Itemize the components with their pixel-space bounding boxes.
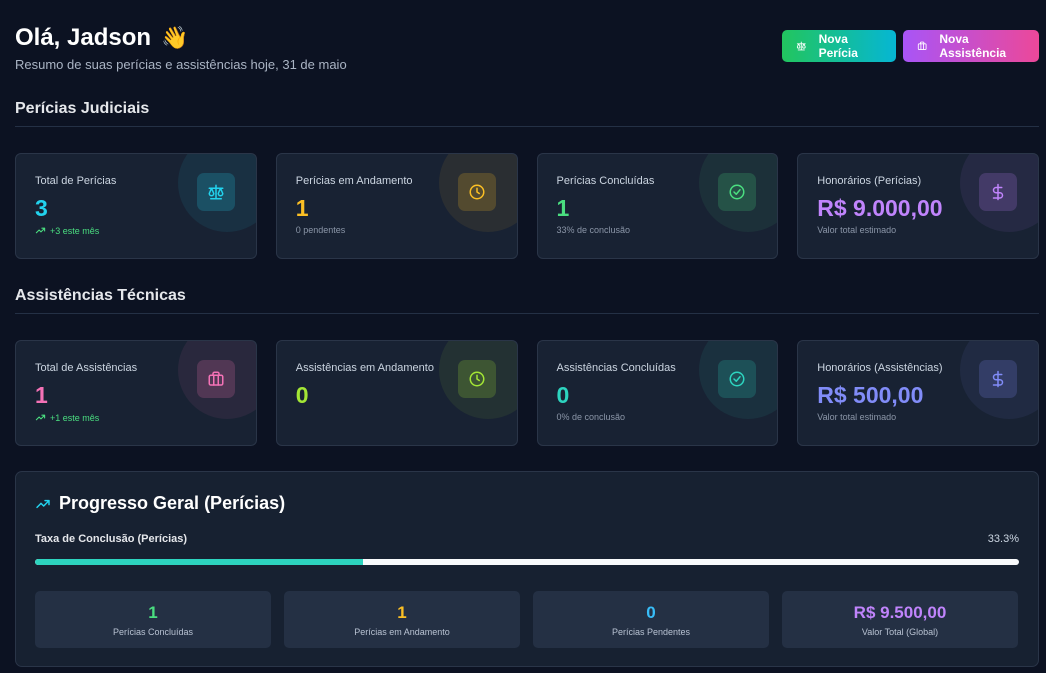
summary-stats: 1 Perícias Concluídas 1 Perícias em Andam… (35, 591, 1019, 648)
card-note-text: Valor total estimado (817, 225, 897, 235)
new-pericia-button[interactable]: Nova Perícia (782, 30, 896, 62)
completion-progress-bar (35, 559, 1019, 565)
summary-stat-label: Valor Total (Global) (861, 627, 939, 637)
card-label: Assistências em Andamento (295, 362, 434, 374)
stat-card: Assistências Concluídas 0 0% de conclusã… (536, 340, 779, 446)
card-note: 0% de conclusão (557, 412, 626, 422)
stat-card: Total de Assistências 1 +1 este mês (15, 340, 257, 446)
summary-stat-value: 1 (148, 603, 158, 622)
divider (15, 126, 1039, 127)
scale-icon (196, 173, 235, 211)
summary-stat: 1 Perícias em Andamento (284, 591, 520, 648)
assistencias-cards: Total de Assistências 1 +1 este mês Assi… (15, 340, 1039, 446)
completion-rate-value: 33.3% (987, 533, 1019, 545)
progress-title-text: Progresso Geral (Perícias) (59, 493, 286, 513)
new-assistencia-button[interactable]: Nova Assistência (903, 30, 1039, 62)
summary-stat: 0 Perícias Pendentes (533, 591, 769, 648)
stat-card: Total de Perícias 3 +3 este mês (15, 153, 257, 259)
card-note: +1 este mês (35, 412, 99, 423)
card-value: 0 (295, 382, 309, 408)
briefcase-icon (196, 360, 235, 398)
card-value: 0 (556, 382, 570, 408)
summary-stat-label: Perícias Pendentes (611, 627, 691, 637)
card-note-text: +3 este mês (50, 225, 100, 236)
dollar-icon (979, 173, 1017, 211)
new-assistencia-label: Nova Assistência (939, 32, 1007, 60)
card-label: Assistências Concluídas (556, 362, 676, 374)
card-label: Perícias Concluídas (556, 175, 655, 187)
card-label: Total de Perícias (35, 175, 117, 187)
card-value: R$ 9.000,00 (817, 195, 943, 221)
header: Olá, Jadson 👋 Resumo de suas perícias e … (15, 0, 1039, 90)
completion-progress-fill (35, 559, 363, 565)
card-note: Valor total estimado (817, 412, 896, 422)
summary-stat-label: Perícias em Andamento (354, 627, 450, 637)
pericias-cards: Total de Perícias 3 +3 este mês Perícias… (15, 153, 1039, 259)
card-label: Total de Assistências (35, 362, 138, 374)
summary-stat-value: 1 (397, 603, 407, 622)
trending-up-icon (35, 227, 46, 234)
stat-card: Honorários (Assistências) R$ 500,00 Valo… (797, 340, 1039, 446)
card-note: 33% de conclusão (557, 225, 631, 235)
completion-rate-label: Taxa de Conclusão (Perícias) (35, 533, 188, 545)
card-value: R$ 500,00 (817, 382, 924, 408)
card-note-text: +1 este mês (50, 412, 100, 423)
dashboard: Olá, Jadson 👋 Resumo de suas perícias e … (15, 0, 1039, 667)
card-value: 1 (556, 195, 570, 221)
stat-card: Perícias em Andamento 1 0 pendentes (275, 153, 518, 259)
summary-stat-value: R$ 9.500,00 (853, 603, 947, 622)
stat-card: Honorários (Perícias) R$ 9.000,00 Valor … (797, 153, 1039, 259)
card-note-text: 0 pendentes (295, 225, 346, 235)
progress-title: Progresso Geral (Perícias) (35, 493, 285, 514)
summary-stat: 1 Perícias Concluídas (35, 591, 271, 648)
header-actions: Nova Perícia Nova Assistência (782, 30, 1039, 62)
progress-panel: Progresso Geral (Perícias) Taxa de Concl… (15, 471, 1039, 667)
greeting-text: Olá, Jadson (15, 24, 152, 51)
card-label: Honorários (Assistências) (817, 362, 943, 374)
briefcase-icon (917, 41, 927, 50)
section-title-pericias: Perícias Judiciais (15, 100, 150, 117)
scale-icon (796, 41, 806, 51)
new-pericia-label: Nova Perícia (818, 32, 858, 60)
card-value: 1 (35, 382, 48, 408)
summary-stat: R$ 9.500,00 Valor Total (Global) (782, 591, 1018, 648)
summary-stat-value: 0 (646, 603, 656, 622)
subtitle: Resumo de suas perícias e assistências h… (15, 57, 347, 72)
stat-card: Assistências em Andamento 0 (275, 340, 518, 446)
waving-hand-icon: 👋 (161, 25, 189, 50)
card-note-text: Valor total estimado (817, 412, 897, 422)
dollar-icon (979, 360, 1017, 398)
card-note: +3 este mês (35, 225, 99, 236)
section-title-assistencias: Assistências Técnicas (15, 287, 186, 304)
card-label: Honorários (Perícias) (817, 175, 922, 187)
summary-stat-label: Perícias Concluídas (112, 627, 194, 637)
trending-up-icon (35, 414, 46, 421)
card-label: Perícias em Andamento (295, 175, 413, 187)
check-circle-icon (718, 360, 757, 398)
card-value: 3 (35, 195, 48, 221)
stat-card: Perícias Concluídas 1 33% de conclusão (536, 153, 779, 259)
check-circle-icon (718, 173, 757, 211)
card-note-text: 0% de conclusão (556, 412, 626, 422)
card-note-text: 33% de conclusão (556, 225, 631, 235)
card-note: 0 pendentes (296, 225, 346, 235)
card-note: Valor total estimado (817, 225, 896, 235)
trending-up-icon (36, 499, 50, 508)
card-value: 1 (295, 195, 309, 221)
divider (15, 313, 1039, 314)
clock-icon (457, 173, 496, 211)
greeting: Olá, Jadson 👋 (15, 24, 188, 52)
clock-icon (457, 360, 496, 398)
